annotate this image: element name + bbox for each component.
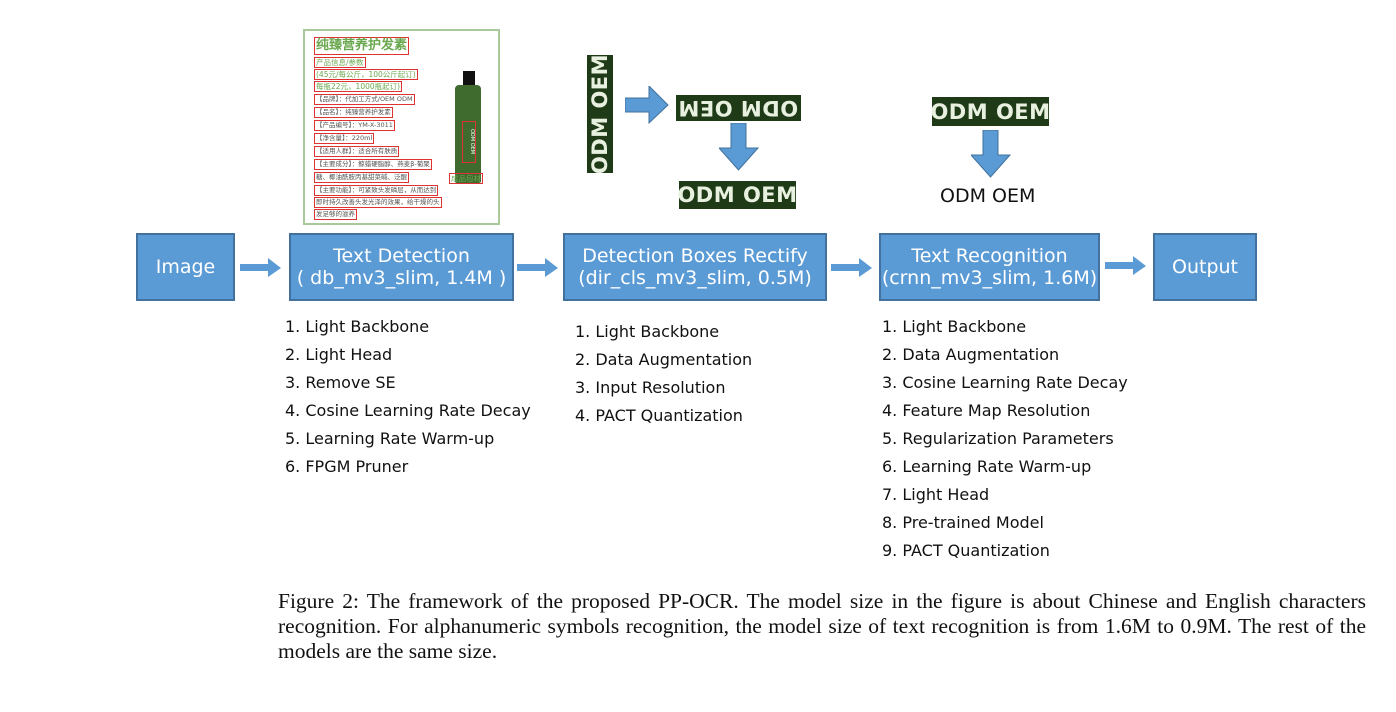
box-subtitle: (crnn_mv3_slim, 1.6M)	[881, 267, 1098, 289]
crop-text: ODM OEM	[588, 53, 612, 175]
product-text-line: 纯臻营养护发素	[314, 37, 410, 55]
crop-text: ODM OEM	[678, 96, 799, 120]
detection-boxes-rectify-box: Detection Boxes Rectify (dir_cls_mv3_sli…	[563, 233, 827, 301]
list-item: 4. PACT Quantization	[575, 406, 743, 425]
down-arrow-icon	[719, 123, 759, 171]
list-item: 3. Remove SE	[285, 373, 396, 392]
list-item: 1. Light Backbone	[575, 322, 720, 341]
list-item: 4. Feature Map Resolution	[882, 401, 1091, 420]
box-title: Text Recognition	[911, 245, 1068, 267]
image-box: Image	[136, 233, 235, 301]
product-text-line: 发足够的滋养	[314, 209, 357, 220]
recognition-output-text: ODM OEM	[940, 185, 1036, 207]
bottle-label: ODM OEM	[462, 121, 476, 163]
product-text-line: 【适用人群】：适合所有肤质	[314, 146, 400, 157]
list-item: 2. Light Head	[285, 345, 393, 364]
rectified-text-crop: ODM OEM	[677, 181, 798, 209]
list-item: 1. Light Backbone	[285, 317, 430, 336]
box-title: Detection Boxes Rectify	[582, 245, 808, 267]
product-image: ODM OEM 成品包材 纯臻营养护发素产品信息/参数 (45元/每公斤，100公…	[303, 29, 500, 225]
text-recognition-box: Text Recognition (crnn_mv3_slim, 1.6M)	[879, 233, 1100, 301]
figure-caption: Figure 2: The framework of the proposed …	[278, 589, 1366, 664]
list-item: 5. Regularization Parameters	[882, 429, 1114, 448]
list-item: 3. Cosine Learning Rate Decay	[882, 373, 1128, 392]
figure: ODM OEM 成品包材 纯臻营养护发素产品信息/参数 (45元/每公斤，100公…	[0, 0, 1396, 712]
right-arrow-icon	[625, 86, 669, 124]
right-arrow-icon	[831, 258, 872, 277]
detection-strategy-list: 1. Light Backbone 2. Light Head 3. Remove …	[285, 313, 531, 481]
rectify-strategy-list: 1. Light Backbone 2. Data Augmentation 3. …	[575, 318, 752, 430]
product-text-line: 【主要功能】：可紧致头发磷层，从而达到	[314, 185, 439, 196]
product-text-line: 【主要成分】：鲸蜡硬脂醇、燕麦β-葡聚	[314, 159, 432, 170]
list-item: 3. Input Resolution	[575, 378, 726, 397]
list-item: 5. Learning Rate Warm-up	[285, 429, 495, 448]
flipped-text-crop: ODM OEM	[676, 95, 801, 121]
product-text-line: (45元/每公斤，100公斤起订)	[314, 69, 418, 80]
bottle-icon: ODM OEM	[453, 71, 483, 183]
product-text-line: 【净含量】：220ml	[314, 133, 375, 144]
recognition-input-crop: ODM OEM	[930, 97, 1050, 126]
box-title: Text Detection	[333, 245, 470, 267]
package-label: 成品包材	[449, 173, 483, 184]
text-detection-box: Text Detection ( db_mv3_slim, 1.4M )	[289, 233, 514, 301]
product-text-line: 【品牌】：代加工方式/OEM ODM	[314, 94, 415, 105]
product-text-line: 【品名】：纯臻营养护发素	[314, 107, 393, 118]
right-arrow-icon	[517, 258, 558, 277]
product-text-line: 糖、椰油酰胺丙基甜菜碱、泛醌	[314, 172, 409, 183]
caption-line: recognition. For alphanumeric symbols re…	[278, 614, 1366, 638]
product-text-line: 【产品编号】：YM-X-3011	[314, 120, 395, 131]
box-subtitle: (dir_cls_mv3_slim, 0.5M)	[578, 267, 812, 289]
list-item: 2. Data Augmentation	[882, 345, 1060, 364]
list-item: 2. Data Augmentation	[575, 350, 753, 369]
caption-line: models are the same size.	[278, 639, 498, 663]
down-arrow-icon	[971, 130, 1011, 178]
box-label: Output	[1172, 256, 1238, 278]
output-box: Output	[1153, 233, 1257, 301]
list-item: 6. FPGM Pruner	[285, 457, 409, 476]
product-text-line: 产品信息/参数	[314, 57, 366, 68]
recognition-strategy-list: 1. Light Backbone 2. Data Augmentation 3. …	[882, 313, 1128, 565]
list-item: 8. Pre-trained Model	[882, 513, 1044, 532]
vertical-text-crop: ODM OEM	[587, 53, 613, 175]
list-item: 9. PACT Quantization	[882, 541, 1050, 560]
list-item: 1. Light Backbone	[882, 317, 1027, 336]
box-subtitle: ( db_mv3_slim, 1.4M )	[296, 267, 507, 289]
caption-line: Figure 2: The framework of the proposed …	[278, 589, 1366, 613]
right-arrow-icon	[1105, 256, 1146, 275]
list-item: 6. Learning Rate Warm-up	[882, 457, 1092, 476]
product-text-line: 即时持久改善头发光泽的效果，给干燥的头	[314, 197, 442, 208]
list-item: 4. Cosine Learning Rate Decay	[285, 401, 531, 420]
right-arrow-icon	[240, 258, 281, 277]
list-item: 7. Light Head	[882, 485, 990, 504]
box-label: Image	[155, 256, 216, 278]
product-text-line: 每瓶22元，1000瓶起订)	[314, 81, 403, 92]
